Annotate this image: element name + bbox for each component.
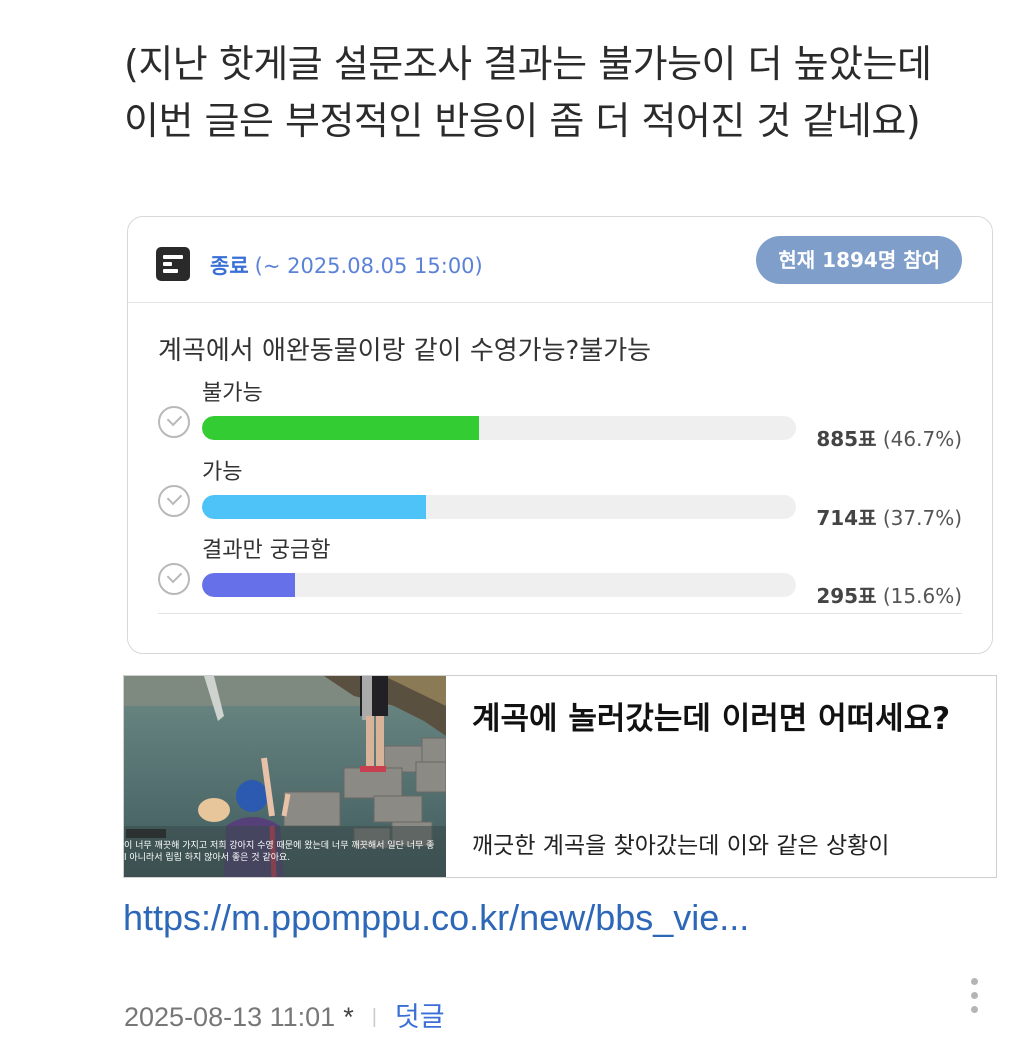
- option-result: 295표 (15.6%): [816, 580, 962, 609]
- check-circle-icon[interactable]: [158, 406, 190, 438]
- option-label: 결과만 궁금함: [202, 538, 331, 563]
- poll-status: 종료 (~ 2025.08.05 15:00): [210, 250, 483, 280]
- post-text: (지난 핫게글 설문조사 결과는 불가능이 더 높았는데 이번 글은 부정적인 …: [124, 36, 1004, 150]
- link-description: 깨긋한 계곡을 찾아갔는데 이와 같은 상황이: [472, 833, 890, 859]
- vote-count: 295표: [816, 584, 877, 608]
- meta-separator: |: [371, 1006, 377, 1028]
- result-bar-fill: [202, 573, 295, 597]
- vote-percent: (37.7%): [882, 506, 962, 530]
- result-bar-track: [202, 416, 796, 440]
- star-mark: *: [343, 1002, 354, 1032]
- poll-option[interactable]: 불가능 885표 (46.7%): [128, 375, 992, 455]
- post-meta: 2025-08-13 11:01 * | 덧글: [124, 995, 445, 1034]
- option-label: 가능: [202, 460, 243, 485]
- link-title[interactable]: 계곡에 놀러갔는데 이러면 어떠세요?: [472, 694, 972, 744]
- participants-badge: 현재 1894명 참여: [756, 236, 962, 284]
- result-bar-track: [202, 495, 796, 519]
- poll-period: (~ 2025.08.05 15:00): [254, 254, 483, 278]
- check-circle-icon[interactable]: [158, 485, 190, 517]
- poll-option[interactable]: 가능 714표 (37.7%): [128, 454, 992, 534]
- vote-count: 714표: [816, 506, 877, 530]
- option-result: 714표 (37.7%): [816, 502, 962, 531]
- result-bar-fill: [202, 416, 480, 440]
- reply-link[interactable]: 덧글: [395, 1002, 445, 1033]
- vote-count: 885표: [816, 427, 877, 451]
- option-label: 불가능: [202, 381, 263, 406]
- option-result: 885표 (46.7%): [816, 423, 962, 452]
- check-circle-icon[interactable]: [158, 563, 190, 595]
- post-url-link[interactable]: https://m.ppomppu.co.kr/new/bbs_vie...: [123, 897, 749, 939]
- thumbnail-caption-line-1: 이 너무 깨끗해 가지고 저희 강아지 수영 때문에 왔는데 너무 깨끗해서 일…: [124, 839, 434, 851]
- poll-header: 종료 (~ 2025.08.05 15:00) 현재 1894명 참여: [128, 217, 992, 303]
- poll-card: 종료 (~ 2025.08.05 15:00) 현재 1894명 참여 계곡에서 …: [127, 216, 993, 654]
- poll-chart-icon: [156, 247, 190, 281]
- divider: [158, 613, 962, 614]
- thumbnail-image: 이 너무 깨끗해 가지고 저희 강아지 수영 때문에 왔는데 너무 깨끗해서 일…: [124, 676, 446, 877]
- thumbnail-caption-line-2: l 아니라서 립립 하지 않아서 좋은 것 같아요.: [124, 851, 290, 863]
- post-text-line-2: 이번 글은 부정적인 반응이 좀 더 적어진 것 같네요): [124, 99, 921, 143]
- result-bar-fill: [202, 495, 426, 519]
- link-thumbnail[interactable]: 이 너무 깨끗해 가지고 저희 강아지 수영 때문에 왔는데 너무 깨끗해서 일…: [124, 676, 446, 877]
- more-options-icon[interactable]: [968, 978, 982, 1018]
- poll-option[interactable]: 결과만 궁금함 295표 (15.6%): [128, 532, 992, 612]
- vote-percent: (46.7%): [882, 427, 962, 451]
- poll-status-label: 종료: [210, 254, 249, 278]
- poll-question: 계곡에서 애완동물이랑 같이 수영가능?불가능: [158, 336, 652, 366]
- link-preview-card[interactable]: 이 너무 깨끗해 가지고 저희 강아지 수영 때문에 왔는데 너무 깨끗해서 일…: [123, 675, 997, 878]
- post-timestamp: 2025-08-13 11:01: [124, 1002, 336, 1032]
- vote-percent: (15.6%): [882, 584, 962, 608]
- post-text-line-1: (지난 핫게글 설문조사 결과는 불가능이 더 높았는데: [124, 42, 932, 86]
- result-bar-track: [202, 573, 796, 597]
